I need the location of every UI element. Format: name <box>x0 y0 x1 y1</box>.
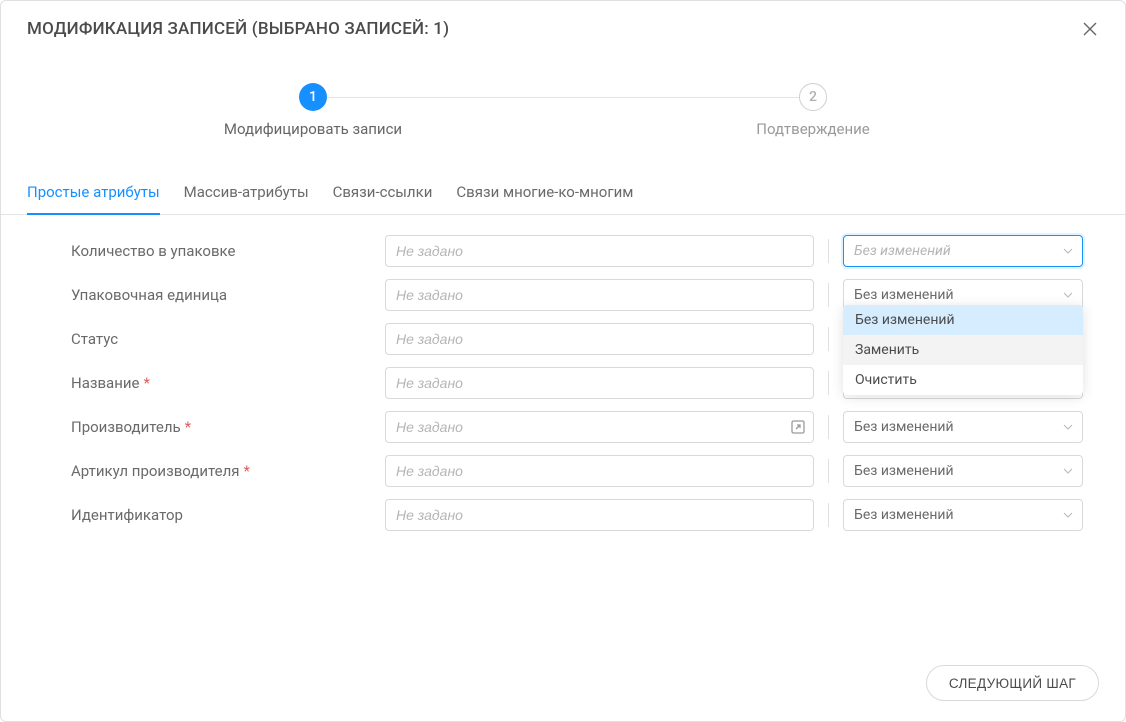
field-row: Производитель* Без изменений <box>71 405 1083 449</box>
open-link-icon[interactable] <box>790 419 806 435</box>
field-label-text: Производитель <box>71 418 181 436</box>
field-divider <box>828 371 829 395</box>
field-row: Количество в упаковке Без изменений <box>71 229 1083 273</box>
field-input[interactable] <box>385 323 814 355</box>
field-label: Название* <box>71 374 371 392</box>
action-select-value: Без изменений <box>854 463 954 479</box>
field-divider <box>828 327 829 351</box>
field-input[interactable] <box>385 499 814 531</box>
field-label: Упаковочная единица <box>71 286 371 304</box>
field-input[interactable] <box>385 279 814 311</box>
step-1: 1 Модифицировать записи <box>63 83 563 139</box>
field-input-wrap <box>385 279 814 311</box>
step-2: 2 Подтверждение <box>563 83 1063 139</box>
field-input[interactable] <box>385 235 814 267</box>
field-label: Количество в упаковке <box>71 242 371 260</box>
field-label: Артикул производителя* <box>71 462 371 480</box>
tab-many-to-many[interactable]: Связи многие-ко-многим <box>456 173 633 215</box>
field-label-text: Упаковочная единица <box>71 286 227 304</box>
action-dropdown: Без измененийЗаменитьОчистить <box>843 305 1083 395</box>
action-select[interactable]: Без изменений <box>843 455 1083 487</box>
modal-header: МОДИФИКАЦИЯ ЗАПИСЕЙ (ВЫБРАНО ЗАПИСЕЙ: 1) <box>1 1 1125 53</box>
close-icon <box>1082 21 1098 37</box>
wizard-steps: 1 Модифицировать записи 2 Подтверждение <box>1 53 1125 163</box>
field-label-text: Название <box>71 374 139 392</box>
dropdown-option[interactable]: Без изменений <box>843 305 1083 335</box>
chevron-down-icon <box>1062 421 1074 433</box>
tab-simple-attributes[interactable]: Простые атрибуты <box>27 173 160 215</box>
step-label: Подтверждение <box>756 119 869 139</box>
tabs-bar: Простые атрибуты Массив-атрибуты Связи-с… <box>1 173 1125 215</box>
action-select[interactable]: Без изменений <box>843 411 1083 443</box>
dropdown-option[interactable]: Заменить <box>843 335 1083 365</box>
field-input-wrap <box>385 455 814 487</box>
tab-array-attributes[interactable]: Массив-атрибуты <box>184 173 309 215</box>
next-step-button[interactable]: СЛЕДУЮЩИЙ ШАГ <box>926 665 1099 701</box>
field-input-wrap <box>385 235 814 267</box>
required-marker: * <box>244 462 250 480</box>
form-area: Количество в упаковке Без изменений Упаков… <box>1 215 1125 651</box>
step-badge: 1 <box>299 83 327 111</box>
chevron-down-icon <box>1062 465 1074 477</box>
action-select-value: Без изменений <box>854 419 954 435</box>
action-select-value: Без изменений <box>854 507 954 523</box>
field-input-wrap <box>385 367 814 399</box>
field-label-text: Количество в упаковке <box>71 242 235 260</box>
required-marker: * <box>143 374 149 392</box>
action-select-value: Без изменений <box>854 287 954 303</box>
chevron-down-icon <box>1062 289 1074 301</box>
modal-footer: СЛЕДУЮЩИЙ ШАГ <box>1 651 1125 721</box>
action-select[interactable]: Без изменений <box>843 235 1083 267</box>
field-label: Статус <box>71 330 371 348</box>
modal-dialog: МОДИФИКАЦИЯ ЗАПИСЕЙ (ВЫБРАНО ЗАПИСЕЙ: 1)… <box>0 0 1126 722</box>
field-label-text: Идентификатор <box>71 506 183 524</box>
field-row: Артикул производителя* Без изменений <box>71 449 1083 493</box>
field-divider <box>828 503 829 527</box>
field-divider <box>828 283 829 307</box>
chevron-down-icon <box>1062 245 1074 257</box>
chevron-down-icon <box>1062 509 1074 521</box>
field-row: Идентификатор Без изменений <box>71 493 1083 537</box>
field-input[interactable] <box>385 367 814 399</box>
close-button[interactable] <box>1081 20 1099 38</box>
field-divider <box>828 415 829 439</box>
step-badge: 2 <box>799 83 827 111</box>
action-select[interactable]: Без изменений <box>843 499 1083 531</box>
field-input[interactable] <box>385 411 814 443</box>
field-label: Производитель* <box>71 418 371 436</box>
tab-link-refs[interactable]: Связи-ссылки <box>333 173 433 215</box>
field-input-wrap <box>385 411 814 443</box>
modal-title: МОДИФИКАЦИЯ ЗАПИСЕЙ (ВЫБРАНО ЗАПИСЕЙ: 1) <box>27 19 449 39</box>
field-label: Идентификатор <box>71 506 371 524</box>
field-label-text: Статус <box>71 330 118 348</box>
field-label-text: Артикул производителя <box>71 462 240 480</box>
required-marker: * <box>185 418 191 436</box>
field-input[interactable] <box>385 455 814 487</box>
field-input-wrap <box>385 323 814 355</box>
dropdown-option[interactable]: Очистить <box>843 365 1083 395</box>
field-input-wrap <box>385 499 814 531</box>
step-label: Модифицировать записи <box>224 119 402 139</box>
field-divider <box>828 239 829 263</box>
field-divider <box>828 459 829 483</box>
action-select-value: Без изменений <box>854 243 951 259</box>
